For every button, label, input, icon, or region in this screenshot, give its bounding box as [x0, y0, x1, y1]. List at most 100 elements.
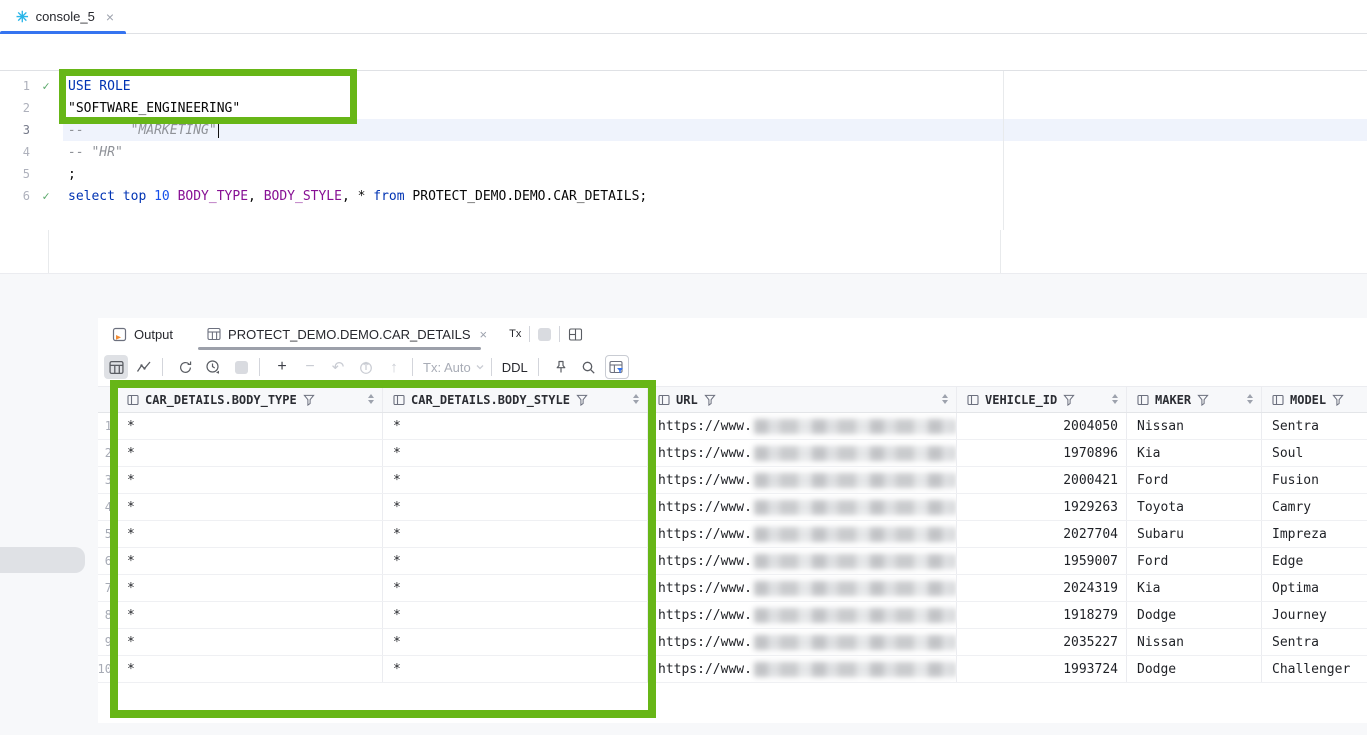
- url-redacted-blur: [754, 500, 956, 515]
- cell-model[interactable]: Camry: [1262, 494, 1367, 520]
- annotation-box-columns: [110, 380, 656, 718]
- column-header-url[interactable]: URL: [648, 387, 957, 412]
- refresh-icon[interactable]: [173, 355, 197, 379]
- cell-url[interactable]: https://www.: [648, 575, 957, 601]
- cell-maker[interactable]: Subaru: [1127, 521, 1262, 547]
- cell-model[interactable]: Challenger: [1262, 656, 1367, 682]
- cell-maker[interactable]: Ford: [1127, 548, 1262, 574]
- search-icon[interactable]: [577, 355, 601, 379]
- cell-maker[interactable]: Dodge: [1127, 656, 1262, 682]
- column-icon: [658, 394, 670, 406]
- cell-maker[interactable]: Dodge: [1127, 602, 1262, 628]
- code-text: select top 10 BODY_TYPE, BODY_STYLE, * f…: [68, 189, 647, 204]
- sort-toggle[interactable]: [942, 394, 948, 404]
- sort-toggle[interactable]: [1112, 394, 1118, 404]
- filter-icon[interactable]: [704, 394, 716, 406]
- column-header-maker[interactable]: MAKER: [1127, 387, 1262, 412]
- cell-maker[interactable]: Nissan: [1127, 629, 1262, 655]
- tab-title: console_5: [36, 9, 95, 24]
- url-redacted-blur: [754, 581, 956, 596]
- url-redacted-blur: [754, 527, 956, 542]
- line-number: 3: [0, 123, 30, 137]
- schedule-refresh-icon[interactable]: [201, 355, 225, 379]
- code-text: -- "HR": [68, 145, 123, 160]
- cell-vehicle-id[interactable]: 1959007: [957, 548, 1127, 574]
- grid-view-button[interactable]: [104, 355, 128, 379]
- editor-gutter-line: [48, 230, 49, 273]
- cell-url[interactable]: https://www.: [648, 548, 957, 574]
- stop-button-disabled: [229, 355, 253, 379]
- line-number: 1: [0, 79, 30, 93]
- ddl-button[interactable]: DDL: [502, 360, 528, 375]
- editor-line[interactable]: 5 ;: [0, 163, 1367, 185]
- cell-url[interactable]: https://www.: [648, 440, 957, 466]
- cell-maker[interactable]: Ford: [1127, 467, 1262, 493]
- tab-output[interactable]: Output: [104, 318, 181, 350]
- cell-maker[interactable]: Kia: [1127, 575, 1262, 601]
- cell-url[interactable]: https://www.: [648, 602, 957, 628]
- executed-check-icon: ✓: [36, 79, 56, 93]
- cell-model[interactable]: Fusion: [1262, 467, 1367, 493]
- cell-url[interactable]: https://www.: [648, 494, 957, 520]
- cell-model[interactable]: Impreza: [1262, 521, 1367, 547]
- cell-model[interactable]: Journey: [1262, 602, 1367, 628]
- cell-model[interactable]: Sentra: [1262, 629, 1367, 655]
- collapsed-panel-handle[interactable]: [0, 547, 85, 573]
- cell-vehicle-id[interactable]: 2004050: [957, 413, 1127, 439]
- results-tab-bar: Output PROTECT_DEMO.DEMO.CAR_DETAILS × T…: [98, 318, 1367, 350]
- grid-toolbar: + − ↶ ↑ Tx: Auto DDL: [98, 350, 1367, 384]
- grid-tx-mode-select[interactable]: Tx: Auto: [423, 360, 471, 375]
- divider: [491, 358, 492, 376]
- split-view-icon[interactable]: [568, 327, 583, 342]
- stop-button-disabled: [538, 328, 551, 341]
- divider: [559, 326, 560, 342]
- cell-url[interactable]: https://www.: [648, 413, 957, 439]
- column-header-model[interactable]: MODEL: [1262, 387, 1367, 412]
- cell-maker[interactable]: Toyota: [1127, 494, 1262, 520]
- cell-model[interactable]: Optima: [1262, 575, 1367, 601]
- cell-vehicle-id[interactable]: 1918279: [957, 602, 1127, 628]
- column-header-vehicle-id[interactable]: VEHICLE_ID: [957, 387, 1127, 412]
- editor-line[interactable]: 6 ✓ select top 10 BODY_TYPE, BODY_STYLE,…: [0, 185, 1367, 207]
- code-text: -- "MARKETING": [68, 123, 217, 138]
- cell-vehicle-id[interactable]: 1993724: [957, 656, 1127, 682]
- filter-icon[interactable]: [1332, 394, 1344, 406]
- chart-view-button[interactable]: [132, 355, 156, 379]
- app-window: ✳ console_5 × Ⓟ ⚙ Tx: Auto Playground: [0, 0, 1367, 735]
- editor-line[interactable]: 4 -- "HR": [0, 141, 1367, 163]
- cell-url[interactable]: https://www.: [648, 467, 957, 493]
- column-icon: [1272, 394, 1284, 406]
- executed-check-icon: ✓: [36, 189, 56, 203]
- close-icon[interactable]: ×: [106, 9, 114, 25]
- tab-console-5[interactable]: ✳ console_5 ×: [6, 0, 124, 33]
- divider: [162, 358, 163, 376]
- cell-vehicle-id[interactable]: 2024319: [957, 575, 1127, 601]
- cell-vehicle-id[interactable]: 1970896: [957, 440, 1127, 466]
- cell-model[interactable]: Soul: [1262, 440, 1367, 466]
- cell-vehicle-id[interactable]: 1929263: [957, 494, 1127, 520]
- close-icon[interactable]: ×: [480, 327, 488, 342]
- cell-vehicle-id[interactable]: 2027704: [957, 521, 1127, 547]
- sort-toggle[interactable]: [1247, 394, 1253, 404]
- cell-url[interactable]: https://www.: [648, 629, 957, 655]
- filter-icon[interactable]: [1197, 394, 1209, 406]
- tab-car-details-grid[interactable]: PROTECT_DEMO.DEMO.CAR_DETAILS ×: [199, 318, 495, 350]
- delete-row-button[interactable]: −: [298, 355, 322, 379]
- cell-model[interactable]: Edge: [1262, 548, 1367, 574]
- cell-maker[interactable]: Kia: [1127, 440, 1262, 466]
- tx-rollback-badge[interactable]: Tx: [509, 328, 521, 340]
- filter-icon[interactable]: [1063, 394, 1075, 406]
- column-filter-button[interactable]: [605, 355, 629, 379]
- cell-vehicle-id[interactable]: 2035227: [957, 629, 1127, 655]
- cell-model[interactable]: Sentra: [1262, 413, 1367, 439]
- revert-icon[interactable]: ↶: [326, 355, 350, 379]
- up-arrow-icon[interactable]: ↑: [382, 355, 406, 379]
- submit-to-database-icon[interactable]: [354, 355, 378, 379]
- url-redacted-blur: [754, 446, 956, 461]
- add-row-button[interactable]: +: [270, 355, 294, 379]
- cell-url[interactable]: https://www.: [648, 656, 957, 682]
- cell-vehicle-id[interactable]: 2000421: [957, 467, 1127, 493]
- pin-icon[interactable]: [549, 355, 573, 379]
- cell-maker[interactable]: Nissan: [1127, 413, 1262, 439]
- cell-url[interactable]: https://www.: [648, 521, 957, 547]
